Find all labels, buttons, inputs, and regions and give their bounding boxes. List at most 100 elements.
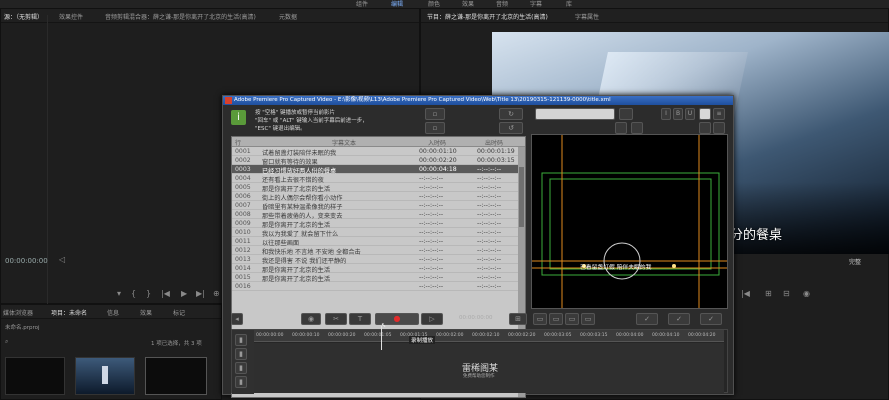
table-row[interactable]: 0015 那是你离开了北京的生活 --:--:--:-- --:--:--:-- <box>232 273 520 283</box>
table-row[interactable]: 0004 还有看上去很不错的夜 --:--:--:-- --:--:--:-- <box>232 174 520 184</box>
table-row[interactable]: 0011 以往那些画面 --:--:--:-- --:--:--:-- <box>232 237 520 247</box>
row-out-time: 00:00:01:19 <box>477 148 515 155</box>
tab-project[interactable]: 项目：未命名 <box>51 308 87 317</box>
project-panel: 媒体浏览器 项目：未命名 信息 效果 标记 未命名.prproj 1 项已选择，… <box>0 304 222 400</box>
tab-effect-controls[interactable]: 效果控件 <box>59 12 83 21</box>
workspace-tab-active[interactable]: 编辑 <box>391 0 403 8</box>
playhead[interactable] <box>381 326 382 350</box>
format-button[interactable] <box>699 122 711 134</box>
step-back-icon[interactable]: |◀ <box>741 289 750 298</box>
table-row[interactable]: 0016 --:--:--:-- --:--:--:-- <box>232 282 520 291</box>
loop-icon[interactable]: ◉ <box>301 313 321 325</box>
align-center-icon[interactable]: ≡ <box>713 108 725 120</box>
view-button[interactable]: ▭ <box>565 313 579 325</box>
camera-icon[interactable]: ◉ <box>803 289 810 298</box>
mark-in-button-icon[interactable]: { <box>131 289 136 298</box>
mark-out-button-icon[interactable]: } <box>146 289 151 298</box>
format-button[interactable] <box>713 122 725 134</box>
workspace-tab[interactable]: 效果 <box>462 0 474 8</box>
zoom-select[interactable]: 完整 <box>849 257 861 266</box>
mark-in-icon[interactable]: ◁ <box>59 255 65 264</box>
underline-icon[interactable]: U <box>685 108 695 120</box>
timeline-tool-icon[interactable]: ▮ <box>235 348 247 360</box>
ruler-tick-label: 00:00:03:05 <box>544 333 572 338</box>
table-row[interactable]: 0013 我还是得害 不说 我们还平静的 --:--:--:-- --:--:--:-… <box>232 255 520 265</box>
table-row[interactable]: 0009 那是你离开了北京的生活 --:--:--:-- --:--:--:-- <box>232 219 520 229</box>
dialog-toolbar: ◂ ◉ ✂ T ● ▷ 00:00:00:00 ⊞ ▭ ▭ ▭ ▭ ✓ ✓ ✓ <box>231 313 728 327</box>
insert-icon[interactable]: ⊞ <box>765 289 772 298</box>
table-row[interactable]: 0006 街上的人偶尔会帮你看小动作 --:--:--:-- --:--:--:-- <box>232 192 520 202</box>
project-item-thumbnail[interactable] <box>75 357 135 395</box>
format-button[interactable] <box>631 122 643 134</box>
workspace-tab[interactable]: 组件 <box>356 0 368 8</box>
marker-icon[interactable]: ▾ <box>117 289 121 298</box>
workspace-tab[interactable]: 库 <box>566 0 572 8</box>
tab-metadata[interactable]: 元数据 <box>279 12 297 21</box>
view-button[interactable]: ▭ <box>533 313 547 325</box>
tab-program[interactable]: 节目：薛之谦-那是你离开了北京的生活(高清) <box>427 12 548 21</box>
tab-markers[interactable]: 标记 <box>173 308 185 317</box>
row-in-time: --:--:--:-- <box>419 283 444 290</box>
tab-info[interactable]: 信息 <box>107 308 119 317</box>
open-file-button[interactable]: ▫ <box>425 108 445 120</box>
zoom-fit-icon[interactable]: ⊞ <box>509 313 527 325</box>
step-back-icon[interactable]: |◀ <box>161 289 170 298</box>
format-button[interactable] <box>615 122 627 134</box>
text-tool-icon[interactable]: T <box>349 313 371 325</box>
timeline-tool-icon[interactable]: ▮ <box>235 334 247 346</box>
tab-audio-mixer[interactable]: 音频剪辑混合器：薛之谦-那是你离开了北京的生活(高清) <box>105 12 256 21</box>
dialog-help: i 按 "空格" 键播放或暂停当前影片 "回车" 或 "ALT" 键输入当前字幕… <box>231 108 429 134</box>
timeline-clip[interactable]: 雷稀阁某 免费帮助您制作 <box>254 343 724 393</box>
project-item-thumbnail[interactable] <box>5 357 65 395</box>
tab-source[interactable]: 源：（无剪辑） <box>4 12 43 21</box>
table-row[interactable]: 0005 那是你离开了北京的生活 --:--:--:-- --:--:--:-- <box>232 183 520 193</box>
search-icon[interactable]: ⌕ <box>5 338 8 346</box>
insert-icon[interactable]: ⊕ <box>213 289 220 298</box>
confirm-all-button[interactable]: ✓ <box>700 313 722 325</box>
split-icon[interactable]: ✂ <box>325 313 347 325</box>
table-row[interactable]: 0007 昏暗里有某种温柔像我的样子 --:--:--:-- --:--:--:-- <box>232 201 520 211</box>
ruler-tick-label: 00:00:01:05 <box>364 333 392 338</box>
table-row[interactable]: 0003 已经习惯放好两人份的餐桌 00:00:04:18 --:--:--:-- <box>232 165 520 175</box>
export-button[interactable]: ↺ <box>499 122 523 134</box>
scrollbar-thumb[interactable] <box>519 167 524 227</box>
row-in-time: --:--:--:-- <box>419 202 444 209</box>
font-size-button[interactable] <box>619 108 633 120</box>
project-item-thumbnail-selected[interactable] <box>145 357 207 395</box>
workspace-tab[interactable]: 颜色 <box>428 0 440 8</box>
tab-caption-properties[interactable]: 字幕属性 <box>575 12 599 21</box>
workspace-tab[interactable]: 字幕 <box>530 0 542 8</box>
row-out-time: --:--:--:-- <box>477 175 502 182</box>
row-index: 0001 <box>235 148 251 155</box>
timeline-tool-icon[interactable]: ▮ <box>235 376 247 388</box>
table-row[interactable]: 0001 试着留盏灯装陪伴未眠的我 00:00:01:10 00:00:01:19 <box>232 147 520 157</box>
view-button[interactable]: ▭ <box>581 313 595 325</box>
sync-button[interactable]: ↻ <box>499 108 523 120</box>
save-file-button[interactable]: ▫ <box>425 122 445 134</box>
workspace-tab[interactable]: 音频 <box>496 0 508 8</box>
table-row[interactable]: 0010 我以为我爱了 就会留下什么 --:--:--:-- --:--:--:-- <box>232 228 520 238</box>
timeline-ruler[interactable]: 00:00:00:00 00:00:00:10 00:00:00:20 00:00:0… <box>254 330 724 342</box>
table-row[interactable]: 0002 窗口就有等待的效果 00:00:02:20 00:00:03:15 <box>232 156 520 166</box>
table-row[interactable]: 0012 和我快乐地 不言地 不安地 全都合击 --:--:--:-- --:--:-… <box>232 246 520 256</box>
tool-button[interactable]: ◂ <box>231 313 243 325</box>
tab-effects[interactable]: 效果 <box>140 308 152 317</box>
step-forward-icon[interactable]: ▶| <box>196 289 205 298</box>
italic-icon[interactable]: B <box>673 108 683 120</box>
overwrite-icon[interactable]: ⊟ <box>783 289 790 298</box>
row-out-time: --:--:--:-- <box>477 265 502 272</box>
tab-media-browser[interactable]: 媒体浏览器 <box>3 308 33 317</box>
text-color-swatch[interactable] <box>699 108 711 120</box>
table-row[interactable]: 0008 那些带着疲倦的人，变来变去 --:--:--:-- --:--:--:-- <box>232 210 520 220</box>
timeline-tool-icon[interactable]: ▮ <box>235 362 247 374</box>
play-button[interactable]: ▷ <box>421 313 443 325</box>
table-row[interactable]: 0014 那是你离开了北京的生活 --:--:--:-- --:--:--:-- <box>232 264 520 274</box>
row-index: 0007 <box>235 202 251 209</box>
font-select[interactable] <box>535 108 615 120</box>
bold-icon[interactable]: I <box>661 108 671 120</box>
project-file-name: 未命名.prproj <box>5 325 40 331</box>
confirm-button[interactable]: ✓ <box>636 313 658 325</box>
view-button[interactable]: ▭ <box>549 313 563 325</box>
play-icon[interactable]: ▶ <box>181 289 187 298</box>
confirm-next-button[interactable]: ✓ <box>668 313 690 325</box>
